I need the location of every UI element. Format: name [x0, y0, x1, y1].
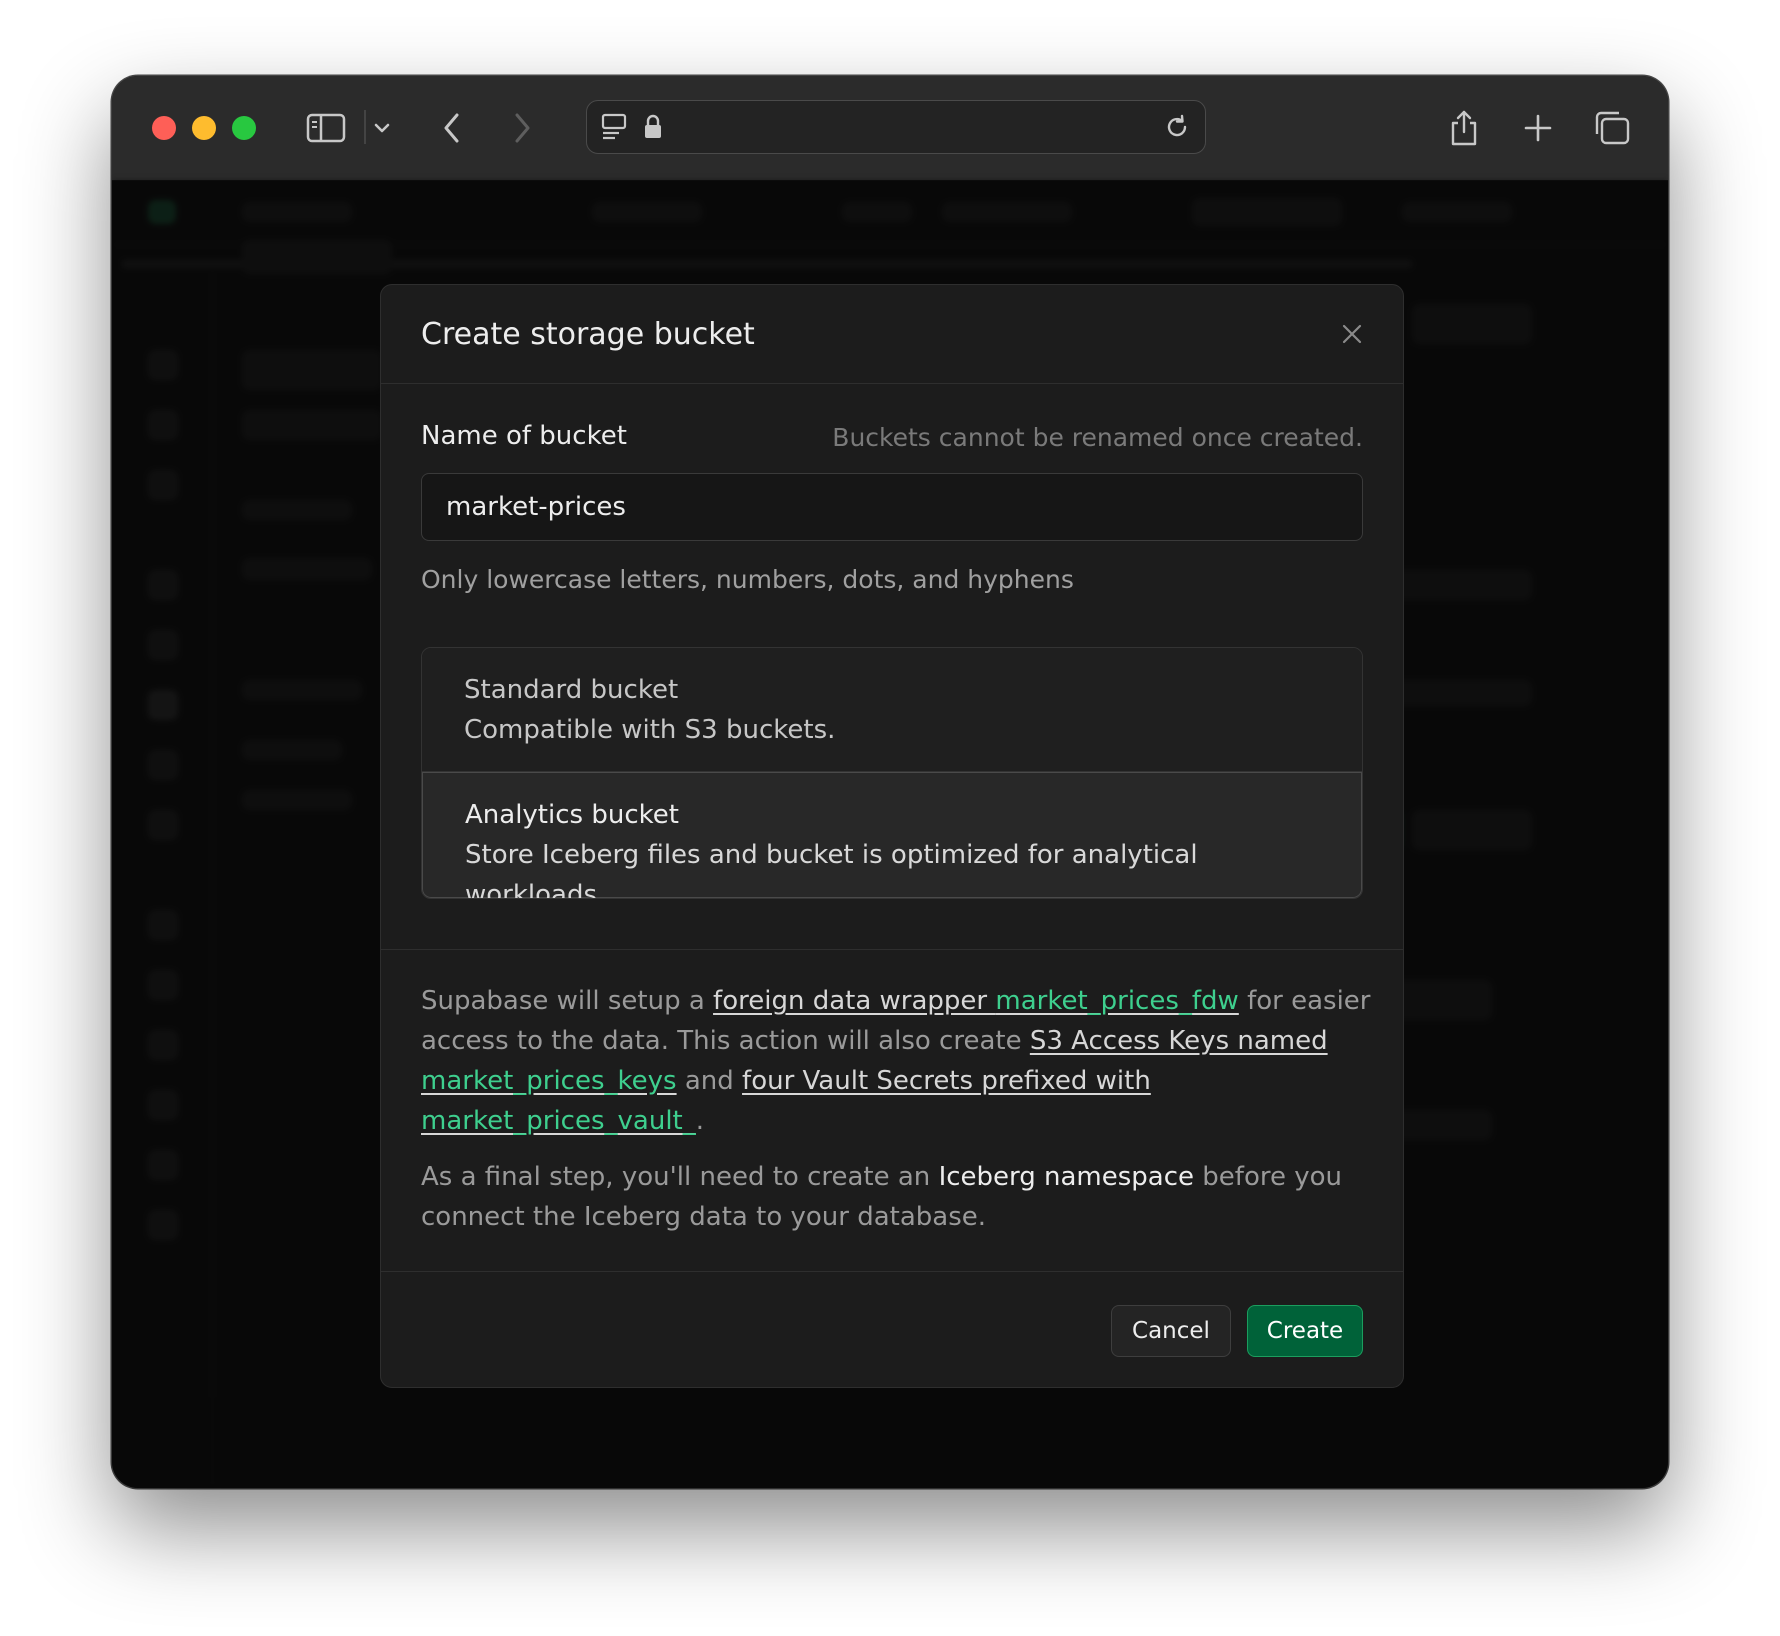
bucket-name-input[interactable] — [421, 473, 1363, 541]
cancel-button[interactable]: Cancel — [1111, 1305, 1231, 1357]
create-bucket-dialog: Create storage bucket Name of bucket Buc… — [380, 284, 1404, 1388]
new-tab-icon[interactable] — [1516, 106, 1560, 150]
analytics-bucket-option[interactable]: Analytics bucket Store Iceberg files and… — [422, 772, 1362, 898]
reload-icon[interactable] — [1163, 113, 1191, 145]
info-text: and — [676, 1066, 743, 1096]
share-icon[interactable] — [1442, 106, 1486, 150]
page-menu-icon[interactable] — [601, 113, 627, 145]
info-text: Supabase will setup a — [421, 986, 714, 1016]
info-text: As a final step, you'll need to create a… — [421, 1162, 939, 1192]
close-dialog-button[interactable] — [1337, 319, 1367, 349]
create-button[interactable]: Create — [1247, 1305, 1363, 1357]
analytics-info-text: Supabase will setup a foreign data wrapp… — [421, 981, 1371, 1253]
option-description: Compatible with S3 buckets. — [464, 715, 836, 745]
link-text: foreign data wrapper — [713, 986, 996, 1016]
fdw-name: market_prices_fdw — [995, 986, 1239, 1016]
option-title: Analytics bucket — [465, 800, 679, 830]
bucket-name-label: Name of bucket — [421, 421, 627, 451]
keys-name: market_prices_keys — [421, 1066, 677, 1096]
minimize-window-button[interactable] — [192, 116, 216, 140]
address-bar[interactable] — [586, 100, 1206, 154]
iceberg-namespace-text: Iceberg namespace — [938, 1162, 1195, 1192]
standard-bucket-option[interactable]: Standard bucket Compatible with S3 bucke… — [422, 648, 1362, 772]
info-paragraph: Supabase will setup a foreign data wrapp… — [421, 981, 1371, 1141]
close-window-button[interactable] — [152, 116, 176, 140]
option-description: Store Iceberg files and bucket is optimi… — [465, 840, 1198, 899]
browser-toolbar — [112, 76, 1668, 181]
fdw-link[interactable]: foreign data wrapper market_prices_fdw — [713, 986, 1239, 1016]
dialog-title: Create storage bucket — [421, 317, 755, 352]
bucket-name-note: Buckets cannot be renamed once created. — [832, 423, 1363, 452]
sidebar-toggle-icon[interactable] — [304, 106, 348, 150]
divider — [381, 1271, 1403, 1272]
link-text: four Vault Secrets prefixed with — [742, 1066, 1151, 1096]
info-paragraph: As a final step, you'll need to create a… — [421, 1157, 1371, 1237]
bucket-name-help: Only lowercase letters, numbers, dots, a… — [421, 565, 1074, 594]
divider — [381, 949, 1403, 950]
forward-arrow-icon[interactable] — [500, 106, 544, 150]
lock-icon — [643, 114, 663, 144]
chevron-down-icon[interactable] — [362, 106, 402, 150]
close-icon — [1342, 324, 1362, 344]
back-arrow-icon[interactable] — [430, 106, 474, 150]
link-text: S3 Access Keys named — [1029, 1026, 1328, 1056]
browser-window: Create storage bucket Name of bucket Buc… — [112, 76, 1668, 1488]
zoom-window-button[interactable] — [232, 116, 256, 140]
vault-prefix: market_prices_vault_ — [421, 1106, 696, 1136]
info-text: . — [695, 1106, 705, 1136]
dialog-header: Create storage bucket — [381, 285, 1403, 384]
option-title: Standard bucket — [464, 675, 679, 705]
tab-overview-icon[interactable] — [1590, 106, 1634, 150]
bucket-type-radio-group: Standard bucket Compatible with S3 bucke… — [421, 647, 1363, 899]
